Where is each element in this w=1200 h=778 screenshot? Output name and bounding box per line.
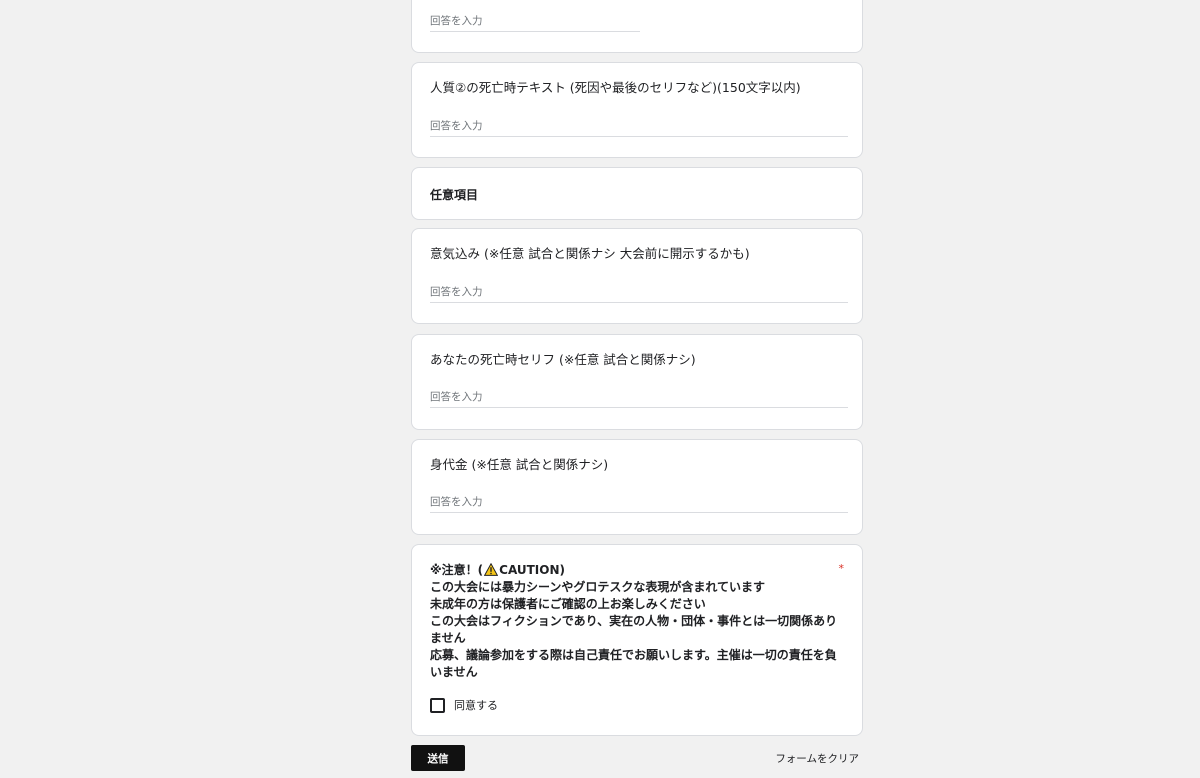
question-title: 人質②の死亡時テキスト (死因や最後のセリフなど)(150文字以内) (430, 80, 801, 95)
agree-checkbox-label[interactable]: 同意する (454, 697, 498, 713)
agree-checkbox[interactable] (430, 697, 445, 713)
agree-checkbox-row[interactable]: 同意する (430, 697, 498, 713)
answer-input[interactable] (430, 387, 848, 408)
caution-line: 応募、議論参加をする際は自己責任でお願いします。主催は一切の責任を負いません (430, 648, 837, 679)
submit-button[interactable]: 送信 (411, 745, 465, 771)
caution-heading: ※注意！(CAUTION) (430, 563, 566, 577)
section-header-card: 任意項目 (411, 167, 863, 220)
caution-card: ※注意！(CAUTION) この大会には暴力シーンやグロテスクな表現が含まれてい… (411, 544, 863, 736)
answer-input[interactable] (430, 116, 848, 137)
question-card-ransom: 身代金 (※任意 試合と関係ナシ) (411, 439, 863, 535)
warning-icon (484, 563, 499, 576)
question-card-death-line: あなたの死亡時セリフ (※任意 試合と関係ナシ) (411, 334, 863, 430)
caution-line: この大会には暴力シーンやグロテスクな表現が含まれています (430, 580, 766, 594)
caution-text: ※注意！(CAUTION) この大会には暴力シーンやグロテスクな表現が含まれてい… (430, 562, 842, 681)
question-title: 身代金 (※任意 試合と関係ナシ) (430, 457, 609, 472)
answer-input[interactable] (430, 492, 848, 513)
caution-line: この大会はフィクションであり、実在の人物・団体・事件とは一切関係ありません (430, 614, 838, 645)
answer-input[interactable] (430, 282, 848, 303)
question-title: 意気込み (※任意 試合と関係ナシ 大会前に開示するかも) (430, 246, 750, 261)
section-title: 任意項目 (430, 188, 479, 202)
question-card (411, 0, 863, 53)
required-asterisk: * (838, 562, 845, 575)
answer-input[interactable] (430, 11, 640, 32)
caution-line: 未成年の方は保護者にご確認の上お楽しみください (430, 597, 706, 611)
question-title: あなたの死亡時セリフ (※任意 試合と関係ナシ) (430, 352, 696, 367)
question-card-hostage-death-text: 人質②の死亡時テキスト (死因や最後のセリフなど)(150文字以内) (411, 62, 863, 158)
clear-form-button[interactable]: フォームをクリア (775, 751, 859, 766)
question-card-enthusiasm: 意気込み (※任意 試合と関係ナシ 大会前に開示するかも) (411, 228, 863, 324)
